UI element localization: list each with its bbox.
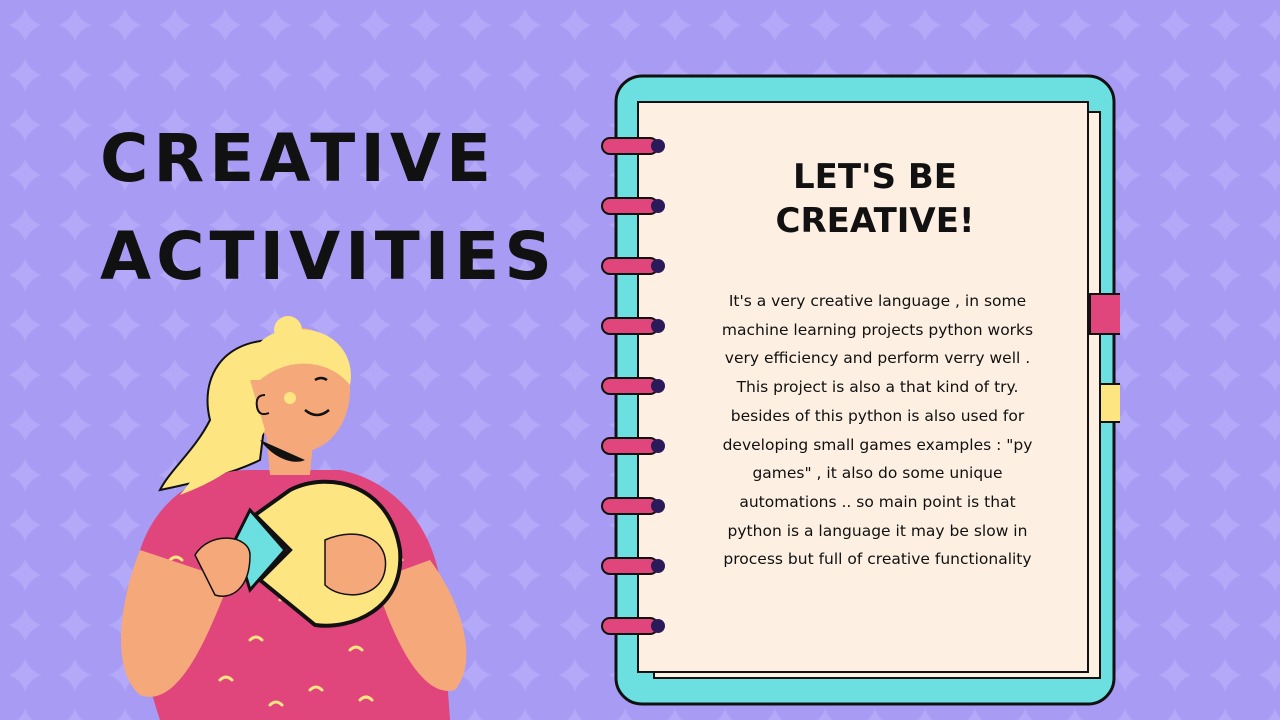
bookmark-yellow — [1099, 383, 1120, 423]
notebook-heading-line-2: CREATIVE! — [775, 201, 975, 241]
notebook-heading-line-1: LET'S BE — [793, 157, 957, 197]
woman-holding-puzzle-illustration — [121, 316, 467, 720]
bookmark-pink — [1089, 293, 1120, 335]
spiral-ring-icon — [601, 617, 665, 635]
spiral-ring-icon — [601, 377, 665, 395]
spiral-ring-icon — [601, 437, 665, 455]
spiral-ring-icon — [601, 317, 665, 335]
notebook-body-text: It's a very creative language , in some … — [721, 292, 1034, 569]
slide-title-line-1: CREATIVE — [100, 120, 497, 197]
slide-title: CREATIVE ACTIVITIES — [100, 110, 557, 306]
spiral-ring-icon — [601, 197, 665, 215]
spiral-ring-icon — [601, 137, 665, 155]
slide-title-line-2: ACTIVITIES — [100, 218, 557, 295]
spiral-ring-icon — [601, 257, 665, 275]
spiral-ring-icon — [601, 497, 665, 515]
spiral-ring-icon — [601, 557, 665, 575]
notebook-heading: LET'S BE CREATIVE! — [740, 155, 1010, 243]
spiral-rings — [601, 137, 665, 635]
